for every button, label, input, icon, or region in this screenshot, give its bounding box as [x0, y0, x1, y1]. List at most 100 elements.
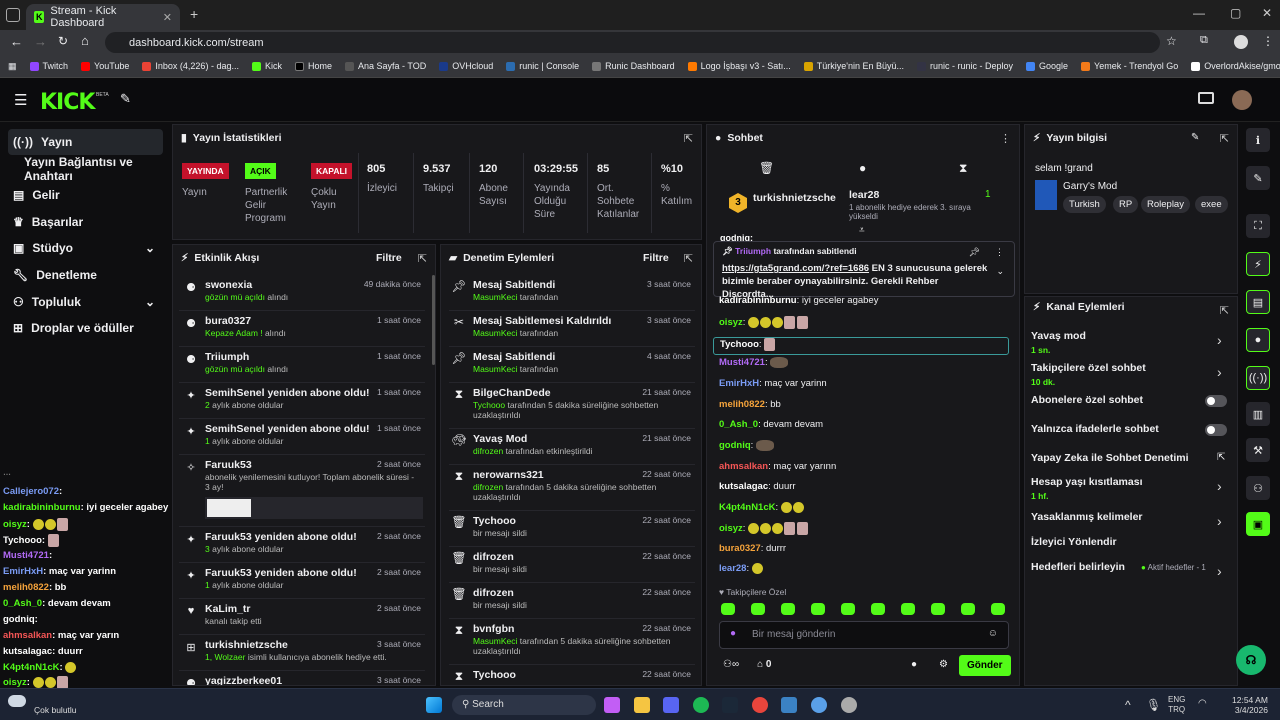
bookmark-star-icon[interactable]: ☆ — [1166, 34, 1177, 48]
studio-icon[interactable] — [1198, 92, 1214, 104]
toggle-switch[interactable] — [1205, 395, 1227, 407]
menu-dots-icon[interactable]: ⋮ — [1262, 34, 1274, 48]
points-icon[interactable]: ⌂ — [757, 659, 763, 670]
collapse-icon[interactable]: ⩡ — [859, 225, 865, 236]
chat-bubble-icon[interactable]: ● — [911, 659, 917, 670]
chat-username[interactable]: ahmsalkan — [719, 461, 768, 472]
popout-icon[interactable]: ⇱ — [684, 252, 693, 265]
notes-icon[interactable]: ▤ — [1246, 290, 1270, 314]
chat-message[interactable]: lear28: — [719, 563, 764, 574]
help-icon[interactable]: ☊ — [1236, 645, 1266, 675]
nav-item-basarilar[interactable]: ♛ Başarılar — [8, 209, 163, 235]
avatar[interactable] — [1232, 90, 1252, 110]
chevron-right-icon[interactable]: › — [1217, 478, 1222, 494]
bookmark-runic-dashboard[interactable]: Runic Dashboard — [592, 61, 675, 71]
bookmark-logo-isbasi[interactable]: Logo İşbaşı v3 - Satı... — [687, 61, 791, 71]
bookmark-kick[interactable]: Kick — [251, 61, 282, 71]
emote-button[interactable] — [901, 603, 915, 615]
tag-chip[interactable]: Turkish — [1063, 196, 1106, 213]
wifi-icon[interactable]: ◠ — [1198, 698, 1207, 709]
apps-grid-icon[interactable]: ▦ — [8, 61, 17, 72]
emote-button[interactable] — [751, 603, 765, 615]
profile-icon[interactable] — [1234, 35, 1248, 49]
chat-username[interactable]: godniq — [719, 440, 751, 451]
popout-icon[interactable]: ⇱ — [1220, 304, 1229, 317]
category-name[interactable]: Garry's Mod — [1063, 181, 1117, 192]
people-icon[interactable]: ⚇∞ — [723, 659, 739, 670]
app-icon[interactable] — [811, 697, 827, 713]
browser-tab[interactable]: K Stream - Kick Dashboard ✕ — [26, 4, 180, 30]
bookmark-ovhcloud[interactable]: OVHcloud — [439, 61, 493, 71]
channel-action[interactable]: İzleyici Yönlendir — [1031, 536, 1117, 548]
popout-icon[interactable]: ⇱ — [1220, 132, 1229, 145]
send-button[interactable]: Gönder — [959, 655, 1011, 676]
nav-item-yayin[interactable]: ((·)) Yayın — [8, 129, 163, 155]
users-icon[interactable]: ⚇ — [1246, 476, 1270, 500]
discord-icon[interactable] — [663, 697, 679, 713]
emote-button[interactable] — [991, 603, 1005, 615]
channel-action[interactable]: Hedefleri belirleyin — [1031, 561, 1125, 573]
chat-message[interactable]: Musti4721: — [719, 357, 789, 368]
tag-chip[interactable]: Roleplay — [1141, 196, 1190, 213]
file-explorer-icon[interactable] — [634, 697, 650, 713]
chat-message[interactable]: godniq: — [719, 440, 774, 451]
external-link-icon[interactable]: ⇱ — [1217, 452, 1225, 463]
minimize-icon[interactable]: — — [1193, 6, 1205, 20]
chevron-right-icon[interactable]: › — [1217, 513, 1222, 529]
steam-icon[interactable] — [722, 697, 738, 713]
bolt-icon[interactable]: ⚡︎ — [1246, 252, 1270, 276]
chat-message[interactable]: oisyz: — [719, 316, 810, 329]
app-icon[interactable] — [841, 697, 857, 713]
chat-icon[interactable]: ● — [859, 161, 866, 175]
channel-action[interactable]: Hesap yaşı kısıtlaması 1 hf. — [1031, 476, 1143, 501]
chat-username[interactable]: bura0327 — [719, 543, 761, 554]
channel-action[interactable]: Yasaklanmış kelimeler — [1031, 511, 1143, 523]
weather-icon[interactable] — [8, 695, 26, 707]
reload-icon[interactable]: ↻ — [58, 34, 68, 48]
chat-menu-icon[interactable]: ⋮ — [1000, 132, 1011, 145]
channel-action[interactable]: Yavaş mod 1 sn. — [1031, 330, 1086, 355]
nav-item-stream-key[interactable]: Yayın Bağlantısı ve Anahtarı — [8, 155, 170, 183]
leader-name[interactable]: lear28 — [849, 189, 879, 201]
pin-action-icon[interactable]: 📌︎ — [969, 247, 980, 258]
scrollbar[interactable] — [432, 275, 435, 365]
chat-username[interactable]: EmirHxH — [719, 378, 759, 389]
popout-icon[interactable]: ⇱ — [418, 252, 427, 265]
chat-message[interactable]: EmirHxH: maç var yarinn — [719, 378, 827, 389]
chat-message[interactable]: oisyz: — [719, 522, 810, 535]
chat-message[interactable]: kadirabininburnu: iyi geceler agabey — [719, 295, 878, 306]
storage-icon[interactable]: ▥ — [1246, 402, 1270, 426]
tag-chip[interactable]: RP — [1113, 196, 1139, 213]
kick-logo[interactable]: KICK — [40, 90, 95, 115]
app-g-icon[interactable] — [781, 697, 797, 713]
chat-username[interactable]: Tychooo — [720, 339, 759, 350]
emote-button[interactable] — [781, 603, 795, 615]
emote-button[interactable] — [841, 603, 855, 615]
info-icon[interactable]: ℹ — [1246, 128, 1270, 152]
mic-icon[interactable]: 🎙︎ — [1146, 698, 1161, 712]
nav-item-denetleme[interactable]: 🔧︎ Denetleme — [8, 262, 163, 288]
bookmark-inbox[interactable]: Inbox (4,226) - dag... — [142, 61, 239, 71]
timeout-icon[interactable]: ⧗ — [959, 161, 967, 176]
bookmark-tod[interactable]: Ana Sayfa - TOD — [345, 61, 426, 71]
pinned-message[interactable]: 📌︎ Triiumph tarafından sabitlendi https:… — [713, 241, 1015, 300]
bookmark-google[interactable]: Google — [1026, 61, 1068, 71]
copilot-icon[interactable] — [604, 697, 620, 713]
edit-icon[interactable]: ✎ — [1191, 132, 1199, 143]
pin-menu-icon[interactable]: ⋮ — [995, 247, 1004, 258]
tag-chip[interactable]: exee — [1195, 196, 1228, 213]
emoji-icon[interactable]: ☺ — [988, 628, 998, 639]
spotify-icon[interactable] — [693, 697, 709, 713]
popout-icon[interactable]: ⇱ — [684, 132, 693, 145]
chat-username[interactable]: oisyz — [719, 317, 743, 328]
maximize-icon[interactable]: ▢ — [1230, 6, 1241, 20]
trash-icon[interactable]: 🗑︎ — [759, 161, 774, 175]
wrench-icon[interactable]: ⚒ — [1246, 438, 1270, 462]
chat-username[interactable]: K4pt4nN1cK — [719, 502, 776, 513]
lang-indicator[interactable]: ENG TRQ — [1168, 695, 1185, 715]
nav-item-studyo[interactable]: ▣ Stüdyo ⌄ — [8, 235, 163, 261]
chat-message[interactable]: bura0327: durrr — [719, 543, 786, 554]
bookmark-runic-deploy[interactable]: runic - runic - Deploy — [916, 61, 1013, 71]
emote-button[interactable] — [811, 603, 825, 615]
close-window-icon[interactable]: ✕ — [1262, 6, 1272, 20]
